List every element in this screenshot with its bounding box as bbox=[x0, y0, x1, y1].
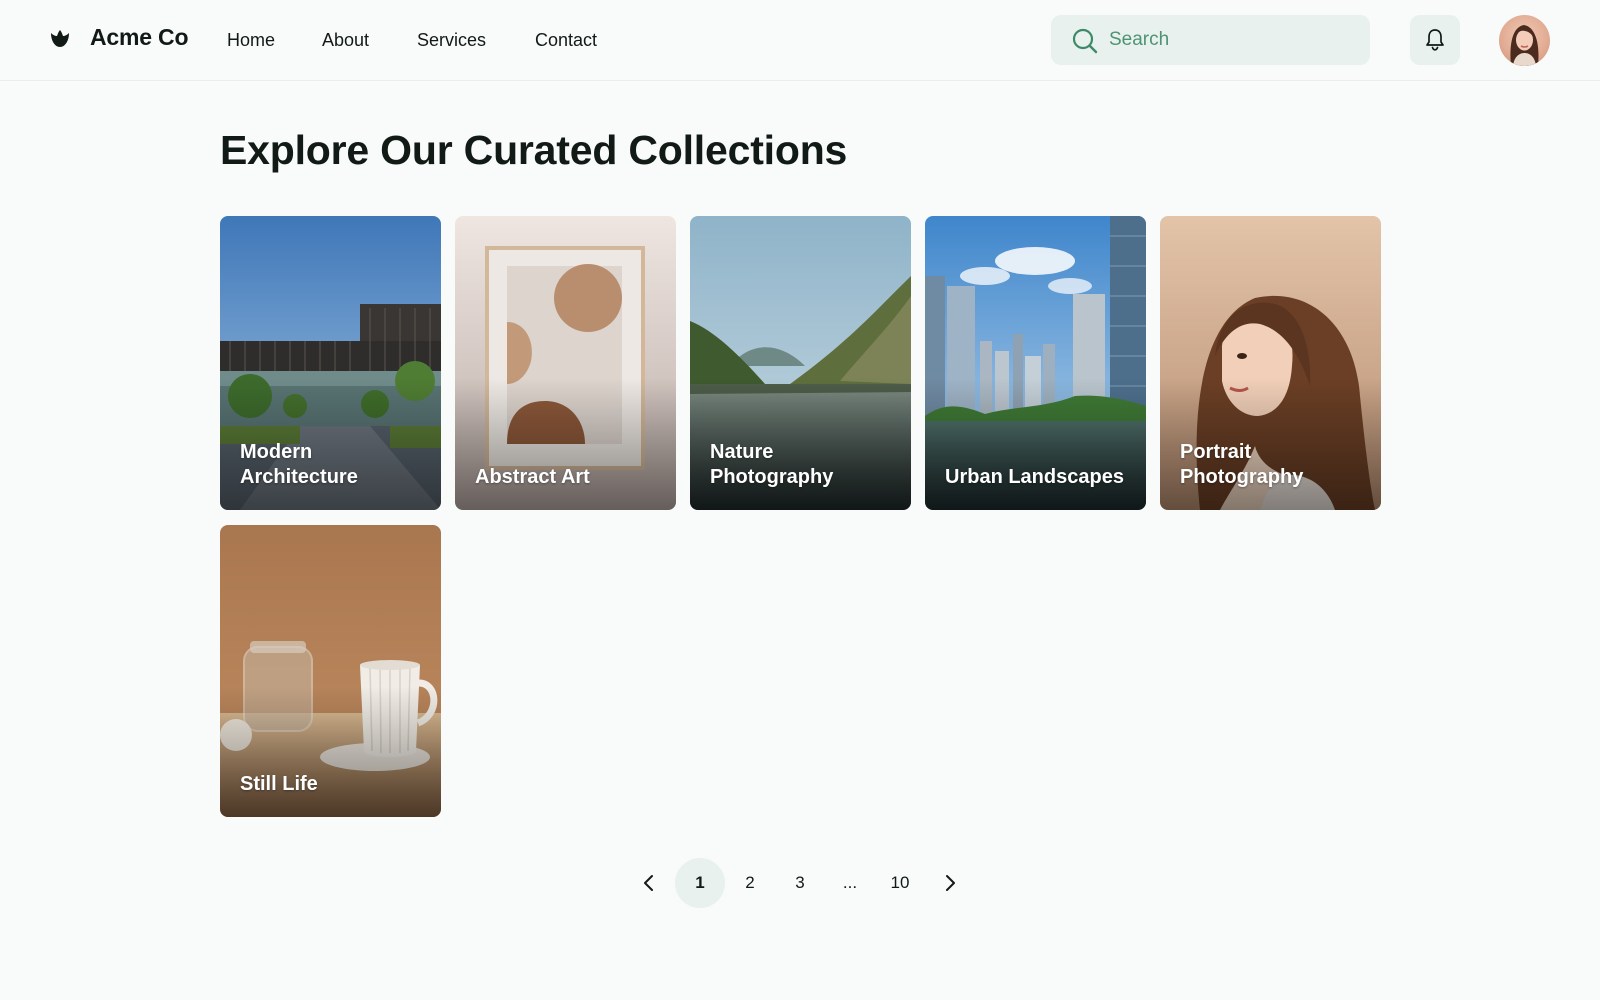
collection-label: Abstract Art bbox=[475, 466, 590, 488]
bell-icon bbox=[1426, 29, 1444, 51]
nav-contact[interactable]: Contact bbox=[535, 30, 597, 51]
pagination-page-3[interactable]: 3 bbox=[775, 858, 825, 908]
collection-card-still-life[interactable]: Still Life bbox=[220, 525, 441, 817]
page-title: Explore Our Curated Collections bbox=[220, 127, 848, 173]
pagination-page-2[interactable]: 2 bbox=[725, 858, 775, 908]
collection-label: Modern Architecture bbox=[240, 441, 358, 488]
collection-label: Portrait Photography bbox=[1180, 441, 1304, 488]
nav-home[interactable]: Home bbox=[227, 30, 275, 51]
search-icon bbox=[1072, 28, 1098, 54]
search-bar[interactable] bbox=[1051, 15, 1370, 65]
search-input[interactable] bbox=[1109, 15, 1359, 65]
collection-card-nature-photography[interactable]: Nature Photography bbox=[690, 216, 911, 510]
collection-card-urban-landscapes[interactable]: Urban Landscapes bbox=[925, 216, 1146, 510]
brand-name[interactable]: Acme Co bbox=[90, 24, 188, 51]
notifications-button[interactable] bbox=[1410, 15, 1460, 65]
collection-card-modern-architecture[interactable]: Modern Architecture bbox=[220, 216, 441, 510]
pagination-ellipsis: ... bbox=[842, 873, 858, 892]
leaf-logo-icon[interactable] bbox=[48, 27, 72, 51]
pagination-next-button[interactable] bbox=[925, 858, 975, 908]
collection-label: Still Life bbox=[240, 773, 318, 795]
collection-card-portrait-photography[interactable]: Portrait Photography bbox=[1160, 216, 1381, 510]
pagination-page-1[interactable]: 1 bbox=[675, 858, 725, 908]
chevron-left-icon bbox=[644, 875, 653, 891]
pagination-page-10[interactable]: 10 bbox=[875, 858, 925, 908]
pagination-prev-button[interactable] bbox=[624, 858, 674, 908]
nav-about[interactable]: About bbox=[322, 30, 369, 51]
collection-label: Urban Landscapes bbox=[945, 466, 1124, 488]
chevron-right-icon bbox=[946, 875, 955, 891]
collection-card-abstract-art[interactable]: Abstract Art bbox=[455, 216, 676, 510]
top-navbar: Acme Co Home About Services Contact bbox=[0, 0, 1600, 81]
nav-services[interactable]: Services bbox=[417, 30, 486, 51]
collection-label: Nature Photography bbox=[710, 441, 834, 488]
user-avatar[interactable] bbox=[1499, 15, 1550, 66]
